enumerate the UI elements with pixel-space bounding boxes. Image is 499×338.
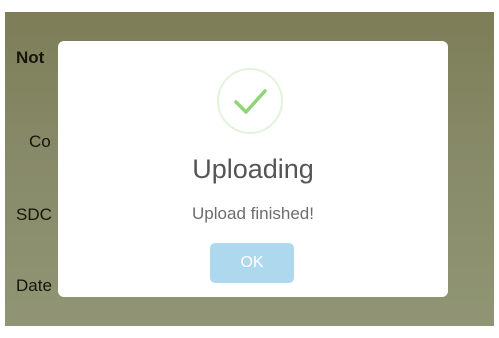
dialog-message: Upload finished! — [192, 204, 314, 223]
background-field-label: Co — [29, 132, 51, 151]
background-field-label: Date — [16, 276, 52, 295]
checkmark-icon-glyph — [234, 89, 267, 114]
app-screen: Not Co SDC Date Uploading Upload finishe… — [0, 0, 499, 338]
dialog-title: Uploading — [192, 154, 314, 184]
background-page-title: Not — [16, 48, 45, 67]
ok-button[interactable]: OK — [210, 243, 294, 283]
upload-success-dialog: Uploading Upload finished! OK — [58, 41, 448, 297]
background-field-label: SDC — [16, 205, 52, 224]
checkmark-icon — [217, 68, 283, 134]
